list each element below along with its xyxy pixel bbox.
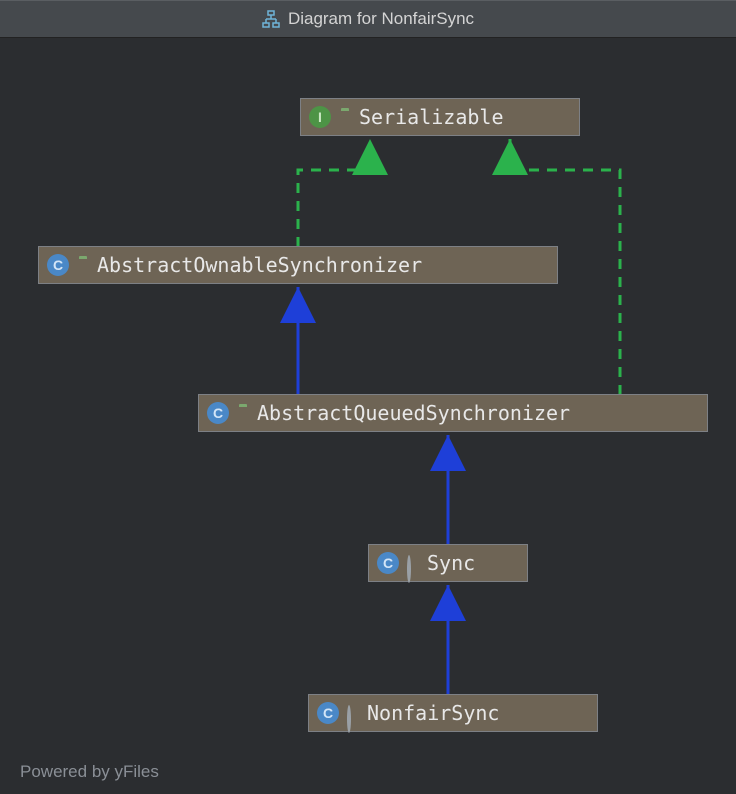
node-abstract-ownable-synchronizer[interactable]: C AbstractOwnableSynchronizer xyxy=(38,246,558,284)
node-label: Serializable xyxy=(359,105,504,129)
class-icon: C xyxy=(207,402,229,424)
interface-icon: I xyxy=(309,106,331,128)
visibility-private-icon xyxy=(347,707,359,719)
node-label: NonfairSync xyxy=(367,701,499,725)
titlebar-label: Diagram for NonfairSync xyxy=(288,9,474,29)
node-serializable[interactable]: I Serializable xyxy=(300,98,580,136)
visibility-package-icon xyxy=(339,111,351,123)
diagram-icon xyxy=(262,10,280,28)
node-label: AbstractOwnableSynchronizer xyxy=(97,253,422,277)
visibility-package-icon xyxy=(77,259,89,271)
node-label: AbstractQueuedSynchronizer xyxy=(257,401,570,425)
titlebar: Diagram for NonfairSync xyxy=(0,0,736,38)
node-nonfairsync[interactable]: C NonfairSync xyxy=(308,694,598,732)
class-icon: C xyxy=(47,254,69,276)
diagram-canvas[interactable]: I Serializable C AbstractOwnableSynchron… xyxy=(0,38,736,794)
visibility-private-icon xyxy=(407,557,419,569)
visibility-package-icon xyxy=(237,407,249,419)
node-abstract-queued-synchronizer[interactable]: C AbstractQueuedSynchronizer xyxy=(198,394,708,432)
inner-class-icon: C xyxy=(317,702,339,724)
inner-class-icon: C xyxy=(377,552,399,574)
node-label: Sync xyxy=(427,551,475,575)
node-sync[interactable]: C Sync xyxy=(368,544,528,582)
watermark: Powered by yFiles xyxy=(20,762,159,782)
